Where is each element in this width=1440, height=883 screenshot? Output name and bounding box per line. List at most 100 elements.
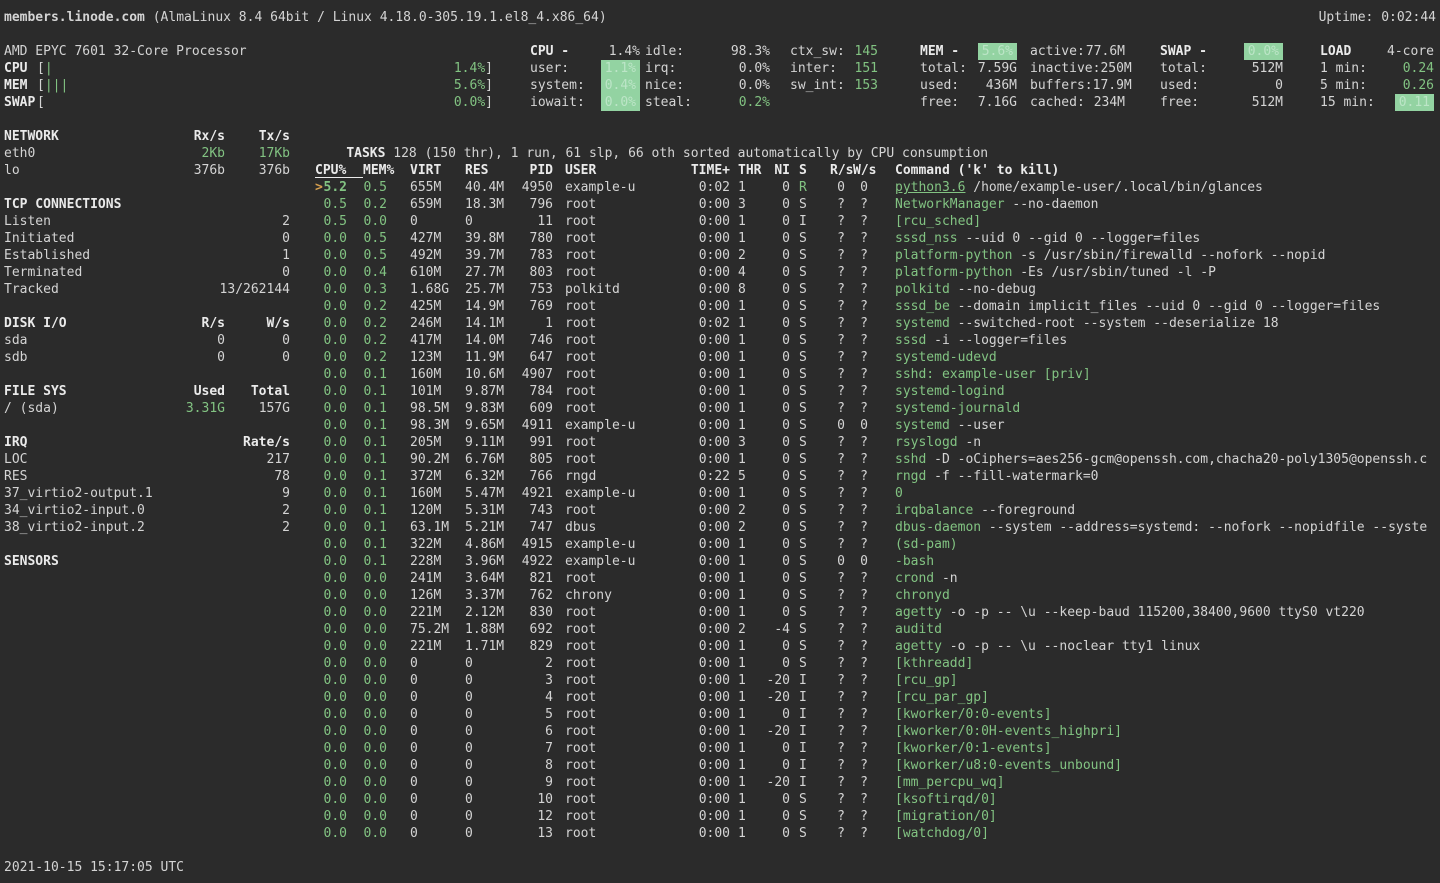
tcp-stat-value: 2 bbox=[225, 213, 290, 230]
process-pid: 609 bbox=[505, 400, 553, 417]
process-virt: 1.68G bbox=[410, 281, 449, 298]
process-read-rate: ? bbox=[830, 825, 845, 842]
process-threads: 1 bbox=[738, 723, 746, 740]
process-virt: 372M bbox=[410, 468, 441, 485]
command-args: --no-debug bbox=[950, 282, 1036, 297]
process-user: root bbox=[565, 400, 596, 417]
process-row: 0.0 0.1 101M 9.87M 784 root 0:00 1 0 S ?… bbox=[315, 383, 1440, 400]
process-command: [kworker/0:1-events] bbox=[895, 740, 1052, 757]
stat-label: free: bbox=[920, 94, 959, 111]
stat-row: sw_int: 153 bbox=[790, 77, 878, 94]
col-header-virt: VIRT bbox=[410, 162, 441, 179]
process-user: root bbox=[565, 791, 596, 808]
process-res: 0 bbox=[465, 213, 473, 230]
process-res: 27.7M bbox=[465, 264, 504, 281]
glances-terminal[interactable]: members.linode.com (AlmaLinux 8.4 64bit … bbox=[0, 0, 1440, 883]
quicklook-bars: CPU [ | 1.4% ] MEM [ ||| 5.6% ] bbox=[4, 60, 493, 111]
quicklook-label: SWAP bbox=[4, 94, 37, 111]
command-name: chronyd bbox=[895, 588, 950, 603]
section-header: FILE SYS Used Total bbox=[4, 383, 290, 400]
process-threads: 4 bbox=[738, 264, 746, 281]
process-row: 0.0 0.5 427M 39.8M 780 root 0:00 1 0 S ?… bbox=[315, 230, 1440, 247]
process-res: 14.9M bbox=[465, 298, 504, 315]
process-virt: 610M bbox=[410, 264, 441, 281]
process-user: root bbox=[565, 774, 596, 791]
stat-row: user: 1.1% bbox=[530, 60, 640, 77]
process-res: 0 bbox=[465, 791, 473, 808]
tx-value: 17Kb bbox=[225, 145, 290, 162]
process-user: root bbox=[565, 196, 596, 213]
command-args: /home/example-user/.local/bin/glances bbox=[965, 180, 1262, 195]
process-time: 0:00 bbox=[690, 774, 730, 791]
process-write-rate: ? bbox=[853, 366, 868, 383]
cpu-model: AMD EPYC 7601 32-Core Processor bbox=[4, 43, 493, 60]
process-time: 0:00 bbox=[690, 740, 730, 757]
section-header: TCP CONNECTIONS bbox=[4, 196, 290, 213]
process-row: 0.0 0.0 75.2M 1.88M 692 root 0:00 2 -4 S… bbox=[315, 621, 1440, 638]
process-nice: 0 bbox=[755, 536, 790, 553]
process-virt: 228M bbox=[410, 553, 441, 570]
process-time: 0:00 bbox=[690, 332, 730, 349]
tcp-stat-value: 0 bbox=[225, 230, 290, 247]
process-res: 0 bbox=[465, 723, 473, 740]
process-res: 0 bbox=[465, 825, 473, 842]
process-write-rate: ? bbox=[853, 519, 868, 536]
process-nice: 0 bbox=[755, 604, 790, 621]
command-args: -o -p -- \u --keep-baud 115200,38400,960… bbox=[942, 605, 1365, 620]
stat-label: inter: bbox=[790, 60, 837, 77]
process-read-rate: ? bbox=[830, 791, 845, 808]
process-read-rate: ? bbox=[830, 315, 845, 332]
stat-label: idle: bbox=[645, 43, 684, 60]
sort-marker: > bbox=[315, 179, 322, 196]
process-status: S bbox=[799, 502, 807, 519]
process-time: 0:00 bbox=[690, 230, 730, 247]
stat-label: total: bbox=[1160, 60, 1207, 77]
irq-rate-value: 2 bbox=[225, 502, 290, 519]
diskio-row: sdb 0 0 bbox=[4, 349, 290, 366]
process-command: rsyslogd -n bbox=[895, 434, 981, 451]
process-pid: 11 bbox=[505, 213, 553, 230]
process-command: crond -n bbox=[895, 570, 958, 587]
command-args: -n bbox=[934, 571, 957, 586]
process-mem: 0.0 bbox=[363, 638, 387, 655]
process-write-rate: 0 bbox=[853, 553, 868, 570]
process-write-rate: ? bbox=[853, 502, 868, 519]
process-threads: 1 bbox=[738, 706, 746, 723]
command-name: NetworkManager bbox=[895, 197, 1005, 212]
process-user: root bbox=[565, 604, 596, 621]
disk-name: sda bbox=[4, 332, 27, 349]
stat-label: system: bbox=[530, 77, 585, 94]
command-name: -bash bbox=[895, 554, 934, 569]
process-pid: 12 bbox=[505, 808, 553, 825]
irq-name: LOC bbox=[4, 451, 27, 468]
process-nice: 0 bbox=[755, 502, 790, 519]
stat-label: cached: bbox=[1030, 94, 1085, 111]
process-pid: 780 bbox=[505, 230, 553, 247]
process-time: 0:00 bbox=[690, 672, 730, 689]
stat-value: 0.0% bbox=[601, 94, 640, 111]
process-user: example-u bbox=[565, 417, 635, 434]
process-row: 0.0 0.0 221M 1.71M 829 root 0:00 1 0 S ?… bbox=[315, 638, 1440, 655]
process-mem: 0.1 bbox=[363, 434, 387, 451]
command-args: --uid 0 --gid 0 --logger=files bbox=[958, 231, 1201, 246]
col-header-rx: Rx/s bbox=[155, 128, 225, 145]
process-res: 5.31M bbox=[465, 502, 504, 519]
stat-value: 77.6M bbox=[1086, 43, 1125, 60]
process-nice: 0 bbox=[755, 434, 790, 451]
process-user: polkitd bbox=[565, 281, 620, 298]
irq-name: 38_virtio2-input.2 bbox=[4, 519, 145, 536]
stat-value: 0.0% bbox=[739, 60, 770, 77]
process-write-rate: ? bbox=[853, 332, 868, 349]
process-nice: 0 bbox=[755, 383, 790, 400]
process-write-rate: ? bbox=[853, 298, 868, 315]
stat-value: 234M bbox=[1094, 94, 1125, 111]
process-threads: 1 bbox=[738, 366, 746, 383]
section-title: FILE SYS bbox=[4, 383, 67, 400]
process-write-rate: ? bbox=[853, 638, 868, 655]
command-name: [migration/0] bbox=[895, 809, 997, 824]
process-pid: 647 bbox=[505, 349, 553, 366]
process-status: S bbox=[799, 638, 807, 655]
process-pid: 821 bbox=[505, 570, 553, 587]
process-res: 0 bbox=[465, 672, 473, 689]
process-status: S bbox=[799, 485, 807, 502]
